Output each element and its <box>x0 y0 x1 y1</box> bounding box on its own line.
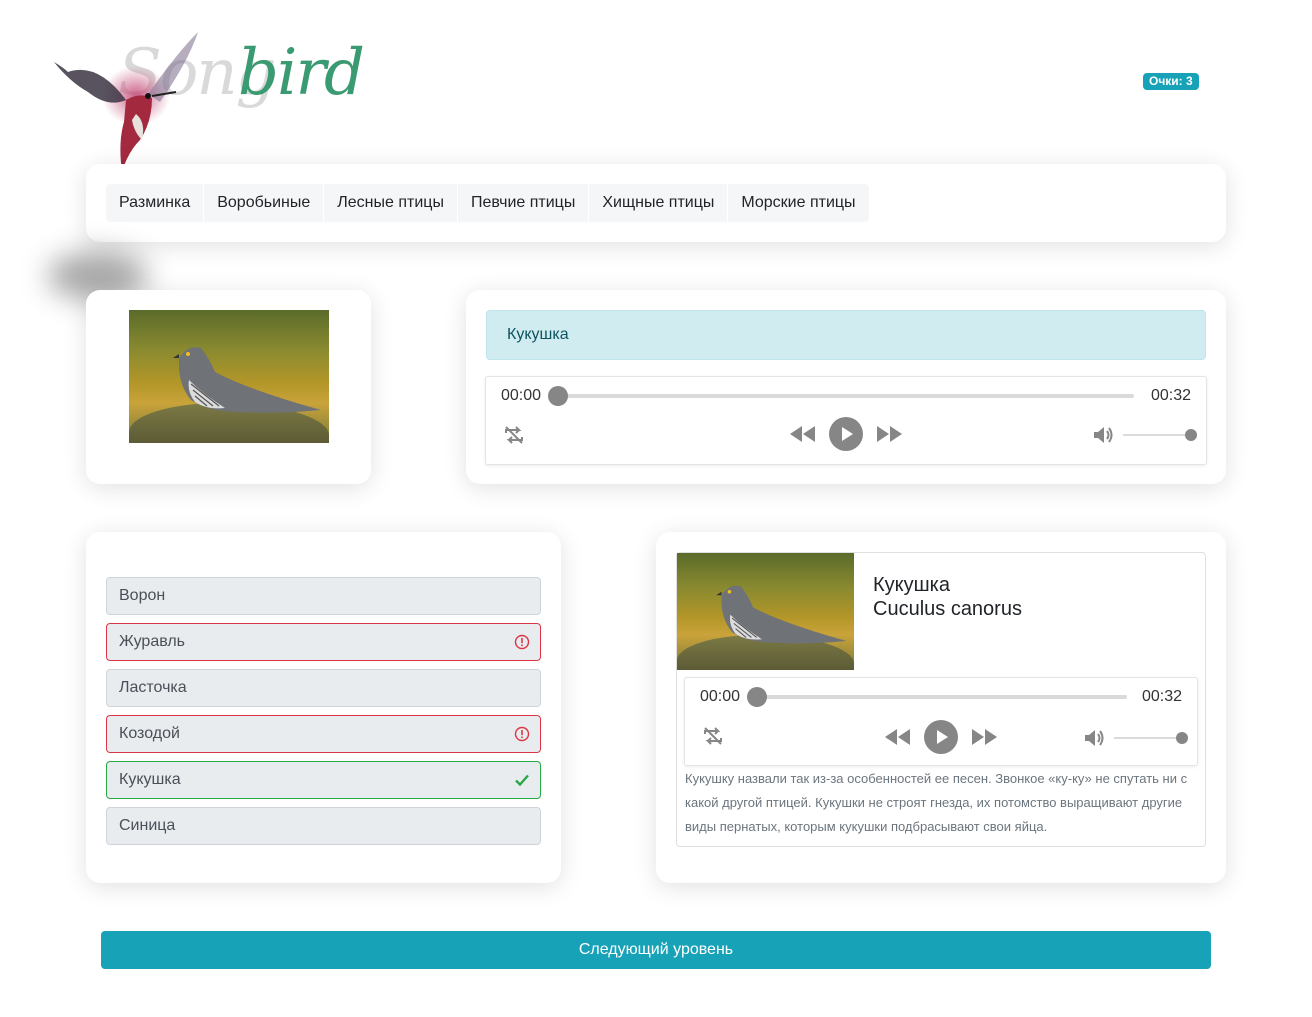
answer-option[interactable]: Журавль <box>106 623 541 661</box>
play-button[interactable] <box>924 720 958 754</box>
question-player-card: Кукушка 00:00 00:32 <box>466 290 1226 484</box>
error-icon <box>514 634 530 650</box>
current-time: 00:00 <box>700 688 741 705</box>
duration: 00:32 <box>1142 688 1183 705</box>
nav-item-passerines[interactable]: Воробьиные <box>204 184 325 222</box>
volume-icon[interactable] <box>1083 727 1107 749</box>
loop-icon[interactable] <box>502 423 526 447</box>
bird-name-banner: Кукушка <box>486 310 1206 360</box>
volume-handle[interactable] <box>1176 732 1188 744</box>
bird-description: Кукушку назвали так из-за особенностей е… <box>685 771 1188 834</box>
bird-info-latin-name: Cuculus canorus <box>873 598 1022 620</box>
bird-photo <box>129 310 329 443</box>
volume-track[interactable] <box>1114 737 1184 739</box>
answer-option[interactable]: Ворон <box>106 577 541 615</box>
bird-info-card: Кукушка Cuculus canorus 00:00 00:32 Куку… <box>656 532 1226 883</box>
answer-label: Ласточка <box>119 679 187 696</box>
rewind-icon[interactable] <box>883 727 911 747</box>
logo: Song bird <box>48 22 378 182</box>
volume-track[interactable] <box>1123 434 1193 436</box>
category-nav-card: Разминка Воробьиные Лесные птицы Певчие … <box>86 164 1226 242</box>
answer-label: Журавль <box>119 633 186 650</box>
duration: 00:32 <box>1151 387 1192 404</box>
current-time: 00:00 <box>501 387 542 404</box>
progress-handle[interactable] <box>747 687 767 707</box>
answer-label: Кукушка <box>119 771 181 788</box>
answer-label: Синица <box>119 817 176 834</box>
fast-forward-icon[interactable] <box>876 424 904 444</box>
answer-label: Ворон <box>119 587 166 604</box>
progress-handle[interactable] <box>548 386 568 406</box>
nav-item-birds-of-prey[interactable]: Хищные птицы <box>589 184 729 222</box>
volume-handle[interactable] <box>1185 429 1197 441</box>
nav-item-warmup[interactable]: Разминка <box>106 184 205 222</box>
nav-item-seabirds[interactable]: Морские птицы <box>728 184 868 222</box>
logo-text-bird: bird <box>238 36 365 110</box>
progress-track[interactable] <box>757 695 1127 699</box>
volume-icon[interactable] <box>1092 424 1116 446</box>
rewind-icon[interactable] <box>788 424 816 444</box>
answer-option[interactable]: Ласточка <box>106 669 541 707</box>
bird-info-name: Кукушка <box>873 574 950 596</box>
audio-player: 00:00 00:32 <box>485 376 1207 465</box>
header: Song bird Очки: 3 <box>0 0 1312 172</box>
question-image-card <box>86 290 371 484</box>
nav-item-forest-birds[interactable]: Лесные птицы <box>324 184 458 222</box>
score-badge: Очки: 3 <box>1143 73 1199 90</box>
progress-track[interactable] <box>558 394 1134 398</box>
nav-item-songbirds[interactable]: Певчие птицы <box>458 184 590 222</box>
bird-info: Кукушка Cuculus canorus 00:00 00:32 Куку… <box>676 552 1206 847</box>
error-icon <box>514 726 530 742</box>
answer-label: Козодой <box>119 725 180 742</box>
category-nav: Разминка Воробьиные Лесные птицы Певчие … <box>106 184 869 222</box>
audio-player: 00:00 00:32 <box>684 677 1198 766</box>
answers-card: Ворон Журавль Ласточка Козодой Кукушка С… <box>86 532 561 883</box>
answer-option[interactable]: Кукушка <box>106 761 541 799</box>
answer-option[interactable]: Синица <box>106 807 541 845</box>
checkmark-icon <box>515 774 529 787</box>
hummingbird-icon <box>54 32 198 172</box>
answer-option[interactable]: Козодой <box>106 715 541 753</box>
next-level-button[interactable]: Следующий уровень <box>101 931 1211 969</box>
fast-forward-icon[interactable] <box>971 727 999 747</box>
play-button[interactable] <box>829 417 863 451</box>
bird-info-photo <box>677 553 854 670</box>
loop-icon[interactable] <box>701 724 725 748</box>
